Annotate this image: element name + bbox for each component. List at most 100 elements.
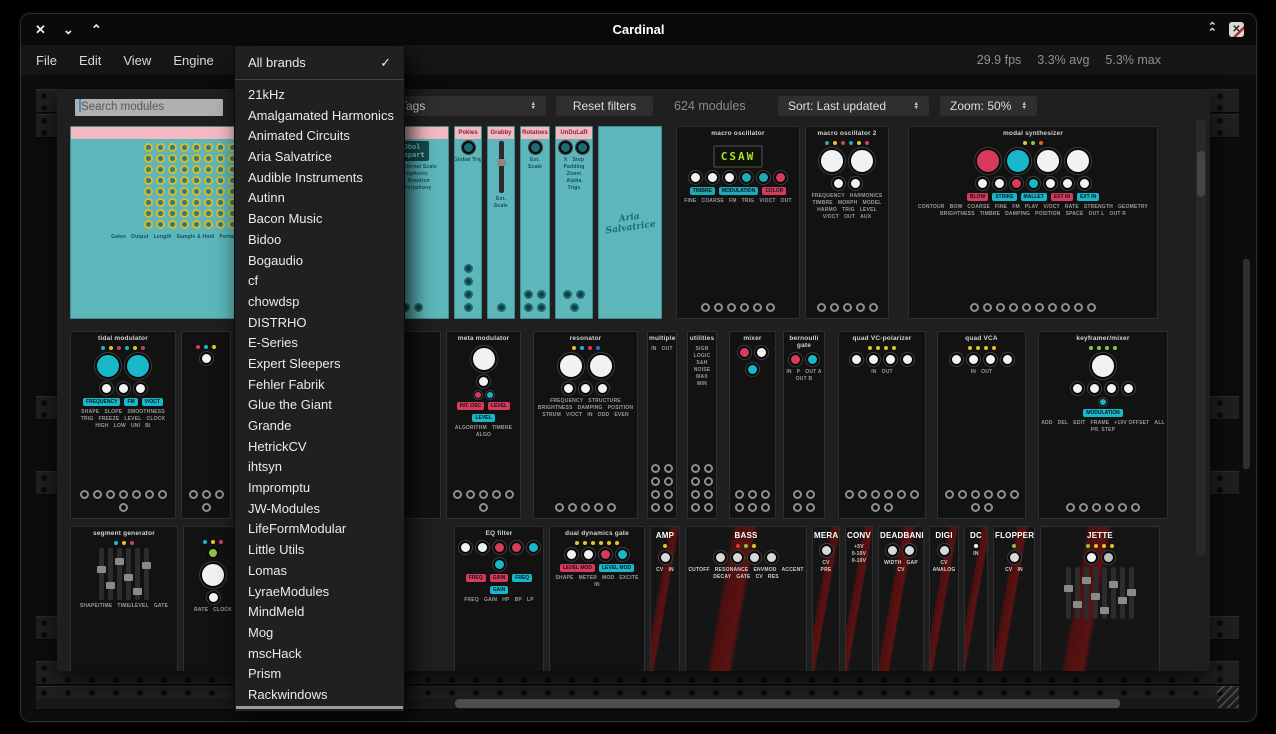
jack[interactable] [1131,503,1140,512]
browser-vertical-scrollbar[interactable] [1196,119,1206,556]
jack[interactable] [215,490,224,499]
knob[interactable] [903,544,916,557]
jack[interactable] [766,303,775,312]
jack[interactable] [664,490,673,499]
knob[interactable] [850,353,863,366]
module-tile[interactable]: meta modulatorINT. OSCLEVELLEVELALGORITH… [446,331,521,519]
jack[interactable] [1048,303,1057,312]
knob[interactable] [757,171,770,184]
module-tile[interactable]: MERACVPRE [812,526,840,671]
knob[interactable] [1008,551,1021,564]
slider[interactable] [1111,567,1116,619]
jack[interactable] [202,490,211,499]
jack[interactable] [793,503,802,512]
jack[interactable] [735,490,744,499]
brand-menu-item[interactable]: DISTRHO [235,313,404,334]
jack[interactable] [897,490,906,499]
jack[interactable] [664,464,673,473]
module-tile[interactable]: macro oscillator 2FREQUENCYHARMONICSTIMB… [805,126,889,319]
jack[interactable] [761,503,770,512]
brand-menu-item[interactable]: Autinn [235,188,404,209]
slider[interactable] [1075,567,1080,619]
jack[interactable] [158,490,167,499]
jack[interactable] [1087,303,1096,312]
jack[interactable] [1009,303,1018,312]
jack[interactable] [1079,503,1088,512]
jack[interactable] [856,303,865,312]
module-tile[interactable]: multiplesINOUT [647,331,677,519]
jack[interactable] [1118,503,1127,512]
knob[interactable] [558,353,584,379]
brand-menu-item[interactable]: Bidoo [235,230,404,251]
jack[interactable] [806,490,815,499]
knob[interactable] [984,353,997,366]
jack[interactable] [971,503,980,512]
knob[interactable] [510,541,523,554]
knob[interactable] [599,548,612,561]
knob[interactable] [1005,148,1031,174]
jack[interactable] [691,490,700,499]
module-tile[interactable]: GrabbyExt.Scale [487,126,515,319]
knob[interactable] [477,375,490,388]
module-tile[interactable]: quad VCAINOUT [937,331,1026,519]
jack[interactable] [704,490,713,499]
knob[interactable] [659,551,672,564]
scrollbar-thumb[interactable] [1197,151,1205,197]
module-tile[interactable]: PokiesGlobal Trig [454,126,482,319]
jack[interactable] [464,303,473,312]
jack[interactable] [189,490,198,499]
jack[interactable] [414,303,423,312]
jack[interactable] [748,490,757,499]
slider[interactable] [144,548,149,600]
jack[interactable] [651,477,660,486]
knob[interactable] [1001,353,1014,366]
jack[interactable] [910,490,919,499]
jack[interactable] [806,503,815,512]
module-tile[interactable]: keyframer/mixerMODULATIONADDDELEDITFRAME… [1038,331,1168,519]
jack[interactable] [971,490,980,499]
jack[interactable] [505,490,514,499]
slider[interactable] [108,548,113,600]
knob[interactable] [1105,382,1118,395]
brand-menu-item-selected[interactable]: All brands ✓ [235,51,404,74]
module-tile[interactable]: tidal modulatorFREQUENCYFMV/OCTSHAPESLOP… [70,331,176,519]
jack[interactable] [1010,490,1019,499]
knob[interactable] [738,346,751,359]
knob[interactable] [1065,148,1091,174]
module-tile[interactable]: dual dynamics gateLEVEL MODLEVEL MODSHAP… [549,526,645,671]
knob[interactable] [588,353,614,379]
brand-menu-item[interactable]: Glue the Giant [235,395,404,416]
jack[interactable] [735,503,744,512]
knob[interactable] [993,177,1006,190]
jack[interactable] [1092,503,1101,512]
brand-menu-item[interactable]: Aria Salvatrice [235,147,404,168]
jack[interactable] [1066,503,1075,512]
knob[interactable] [459,541,472,554]
module-tile[interactable]: modal synthesizerBLOWSTRIKEMALLETEXT INE… [908,126,1158,319]
jack[interactable] [464,264,473,273]
brand-menu-item[interactable]: Grande [235,416,404,437]
knob[interactable] [950,353,963,366]
jack[interactable] [464,277,473,286]
knob[interactable] [1090,353,1116,379]
module-tile[interactable]: mixer [729,331,776,519]
search-input[interactable] [75,99,223,116]
knob[interactable] [832,177,845,190]
knob[interactable] [1035,148,1061,174]
slider[interactable] [117,548,122,600]
jack[interactable] [843,303,852,312]
tags-filter-select[interactable]: Tags ▲▼ [390,96,546,116]
knob[interactable] [596,382,609,395]
jack[interactable] [996,303,1005,312]
jack[interactable] [704,503,713,512]
sort-select[interactable]: Sort: Last updated ▲▼ [778,96,929,116]
knob[interactable] [559,141,572,154]
knob[interactable] [820,544,833,557]
knob[interactable] [1061,177,1074,190]
jack[interactable] [479,503,488,512]
reset-filters-button[interactable]: Reset filters [556,96,653,116]
resize-grip-icon[interactable] [1217,686,1239,708]
module-tile[interactable]: CONV+5V0-10V0-10V [845,526,873,671]
knob[interactable] [616,548,629,561]
brand-menu-item[interactable]: mscHack [235,644,404,665]
